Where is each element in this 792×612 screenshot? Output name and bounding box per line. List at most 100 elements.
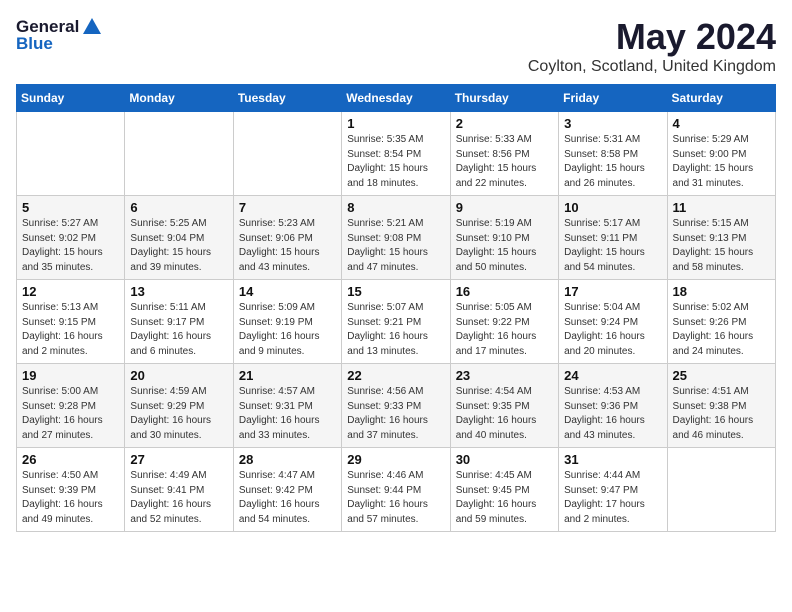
day-number: 8: [347, 200, 444, 215]
day-number: 4: [673, 116, 770, 131]
day-info: Sunrise: 4:53 AM Sunset: 9:36 PM Dayligh…: [564, 385, 661, 443]
day-info: Sunrise: 5:15 AM Sunset: 9:13 PM Dayligh…: [673, 217, 770, 275]
day-number: 22: [347, 368, 444, 383]
day-info: Sunrise: 5:29 AM Sunset: 9:00 PM Dayligh…: [673, 133, 770, 191]
day-number: 27: [130, 452, 227, 467]
day-number: 10: [564, 200, 661, 215]
day-info: Sunrise: 4:57 AM Sunset: 9:31 PM Dayligh…: [239, 385, 336, 443]
day-number: 29: [347, 452, 444, 467]
logo: General Blue: [16, 16, 103, 54]
calendar-week-row: 12Sunrise: 5:13 AM Sunset: 9:15 PM Dayli…: [17, 280, 776, 364]
day-number: 13: [130, 284, 227, 299]
day-number: 5: [22, 200, 119, 215]
day-number: 12: [22, 284, 119, 299]
month-title: May 2024: [528, 16, 776, 58]
calendar-cell: [17, 112, 125, 196]
calendar-cell: 17 Sunrise: 5:04 AM Sunset: 9:24 PM Dayli…: [559, 280, 667, 364]
day-number: 19: [22, 368, 119, 383]
weekday-header: Friday: [559, 85, 667, 112]
day-number: 23: [456, 368, 553, 383]
day-number: 21: [239, 368, 336, 383]
calendar-cell: 20Sunrise: 4:59 AM Sunset: 9:29 PM Dayli…: [125, 364, 233, 448]
calendar-cell: 14 Sunrise: 5:09 AM Sunset: 9:19 PM Dayli…: [233, 280, 341, 364]
calendar-cell: [125, 112, 233, 196]
day-info: Sunrise: 5:00 AM Sunset: 9:28 PM Dayligh…: [22, 385, 119, 443]
calendar-week-row: 26 Sunrise: 4:50 AM Sunset: 9:39 PM Dayli…: [17, 448, 776, 532]
calendar-week-row: 5 Sunrise: 5:27 AM Sunset: 9:02 PM Daylig…: [17, 196, 776, 280]
day-info: Sunrise: 5:31 AM Sunset: 8:58 PM Dayligh…: [564, 133, 661, 191]
calendar-cell: 18 Sunrise: 5:02 AM Sunset: 9:26 PM Dayli…: [667, 280, 775, 364]
calendar-cell: 31Sunrise: 4:44 AM Sunset: 9:47 PM Dayli…: [559, 448, 667, 532]
calendar: SundayMondayTuesdayWednesdayThursdayFrid…: [16, 84, 776, 532]
day-number: 15: [347, 284, 444, 299]
day-number: 30: [456, 452, 553, 467]
day-number: 24: [564, 368, 661, 383]
calendar-cell: 30 Sunrise: 4:45 AM Sunset: 9:45 PM Dayli…: [450, 448, 558, 532]
calendar-cell: 26 Sunrise: 4:50 AM Sunset: 9:39 PM Dayli…: [17, 448, 125, 532]
weekday-header: Wednesday: [342, 85, 450, 112]
day-number: 16: [456, 284, 553, 299]
calendar-cell: 29Sunrise: 4:46 AM Sunset: 9:44 PM Dayli…: [342, 448, 450, 532]
day-number: 6: [130, 200, 227, 215]
day-info: Sunrise: 5:05 AM Sunset: 9:22 PM Dayligh…: [456, 301, 553, 359]
day-info: Sunrise: 5:19 AM Sunset: 9:10 PM Dayligh…: [456, 217, 553, 275]
weekday-header: Sunday: [17, 85, 125, 112]
calendar-header-row: SundayMondayTuesdayWednesdayThursdayFrid…: [17, 85, 776, 112]
calendar-cell: 5 Sunrise: 5:27 AM Sunset: 9:02 PM Daylig…: [17, 196, 125, 280]
calendar-cell: 25 Sunrise: 4:51 AM Sunset: 9:38 PM Dayli…: [667, 364, 775, 448]
day-info: Sunrise: 4:51 AM Sunset: 9:38 PM Dayligh…: [673, 385, 770, 443]
day-number: 25: [673, 368, 770, 383]
title-area: May 2024 Coylton, Scotland, United Kingd…: [528, 16, 776, 76]
header: General Blue May 2024 Coylton, Scotland,…: [16, 16, 776, 76]
day-info: Sunrise: 5:23 AM Sunset: 9:06 PM Dayligh…: [239, 217, 336, 275]
day-info: Sunrise: 4:59 AM Sunset: 9:29 PM Dayligh…: [130, 385, 227, 443]
calendar-cell: 10 Sunrise: 5:17 AM Sunset: 9:11 PM Dayli…: [559, 196, 667, 280]
day-info: Sunrise: 5:33 AM Sunset: 8:56 PM Dayligh…: [456, 133, 553, 191]
calendar-cell: 11 Sunrise: 5:15 AM Sunset: 9:13 PM Dayli…: [667, 196, 775, 280]
calendar-cell: 15 Sunrise: 5:07 AM Sunset: 9:21 PM Dayli…: [342, 280, 450, 364]
day-info: Sunrise: 4:49 AM Sunset: 9:41 PM Dayligh…: [130, 469, 227, 527]
logo-blue: Blue: [16, 34, 53, 54]
calendar-cell: 19 Sunrise: 5:00 AM Sunset: 9:28 PM Dayli…: [17, 364, 125, 448]
day-info: Sunrise: 5:07 AM Sunset: 9:21 PM Dayligh…: [347, 301, 444, 359]
day-number: 17: [564, 284, 661, 299]
calendar-cell: 21 Sunrise: 4:57 AM Sunset: 9:31 PM Dayli…: [233, 364, 341, 448]
day-number: 11: [673, 200, 770, 215]
day-number: 7: [239, 200, 336, 215]
location-title: Coylton, Scotland, United Kingdom: [528, 58, 776, 76]
day-info: Sunrise: 5:02 AM Sunset: 9:26 PM Dayligh…: [673, 301, 770, 359]
day-number: 9: [456, 200, 553, 215]
day-number: 26: [22, 452, 119, 467]
calendar-cell: 16 Sunrise: 5:05 AM Sunset: 9:22 PM Dayli…: [450, 280, 558, 364]
weekday-header: Monday: [125, 85, 233, 112]
weekday-header: Thursday: [450, 85, 558, 112]
day-info: Sunrise: 5:27 AM Sunset: 9:02 PM Dayligh…: [22, 217, 119, 275]
calendar-cell: 8 Sunrise: 5:21 AM Sunset: 9:08 PM Daylig…: [342, 196, 450, 280]
day-info: Sunrise: 5:17 AM Sunset: 9:11 PM Dayligh…: [564, 217, 661, 275]
day-info: Sunrise: 5:04 AM Sunset: 9:24 PM Dayligh…: [564, 301, 661, 359]
calendar-cell: 27 Sunrise: 4:49 AM Sunset: 9:41 PM Dayli…: [125, 448, 233, 532]
day-info: Sunrise: 4:50 AM Sunset: 9:39 PM Dayligh…: [22, 469, 119, 527]
calendar-cell: 12Sunrise: 5:13 AM Sunset: 9:15 PM Dayli…: [17, 280, 125, 364]
calendar-week-row: 1Sunrise: 5:35 AM Sunset: 8:54 PM Daylig…: [17, 112, 776, 196]
day-info: Sunrise: 5:11 AM Sunset: 9:17 PM Dayligh…: [130, 301, 227, 359]
calendar-cell: 9 Sunrise: 5:19 AM Sunset: 9:10 PM Daylig…: [450, 196, 558, 280]
calendar-cell: 28Sunrise: 4:47 AM Sunset: 9:42 PM Dayli…: [233, 448, 341, 532]
day-number: 31: [564, 452, 661, 467]
day-number: 18: [673, 284, 770, 299]
day-info: Sunrise: 5:21 AM Sunset: 9:08 PM Dayligh…: [347, 217, 444, 275]
calendar-cell: 22Sunrise: 4:56 AM Sunset: 9:33 PM Dayli…: [342, 364, 450, 448]
day-info: Sunrise: 4:47 AM Sunset: 9:42 PM Dayligh…: [239, 469, 336, 527]
calendar-cell: 1Sunrise: 5:35 AM Sunset: 8:54 PM Daylig…: [342, 112, 450, 196]
day-number: 3: [564, 116, 661, 131]
day-info: Sunrise: 4:45 AM Sunset: 9:45 PM Dayligh…: [456, 469, 553, 527]
day-info: Sunrise: 5:09 AM Sunset: 9:19 PM Dayligh…: [239, 301, 336, 359]
calendar-cell: 4 Sunrise: 5:29 AM Sunset: 9:00 PM Daylig…: [667, 112, 775, 196]
day-info: Sunrise: 5:25 AM Sunset: 9:04 PM Dayligh…: [130, 217, 227, 275]
calendar-cell: 6 Sunrise: 5:25 AM Sunset: 9:04 PM Daylig…: [125, 196, 233, 280]
calendar-cell: 24 Sunrise: 4:53 AM Sunset: 9:36 PM Dayli…: [559, 364, 667, 448]
day-info: Sunrise: 5:35 AM Sunset: 8:54 PM Dayligh…: [347, 133, 444, 191]
day-number: 14: [239, 284, 336, 299]
calendar-cell: 2Sunrise: 5:33 AM Sunset: 8:56 PM Daylig…: [450, 112, 558, 196]
calendar-cell: 3 Sunrise: 5:31 AM Sunset: 8:58 PM Daylig…: [559, 112, 667, 196]
